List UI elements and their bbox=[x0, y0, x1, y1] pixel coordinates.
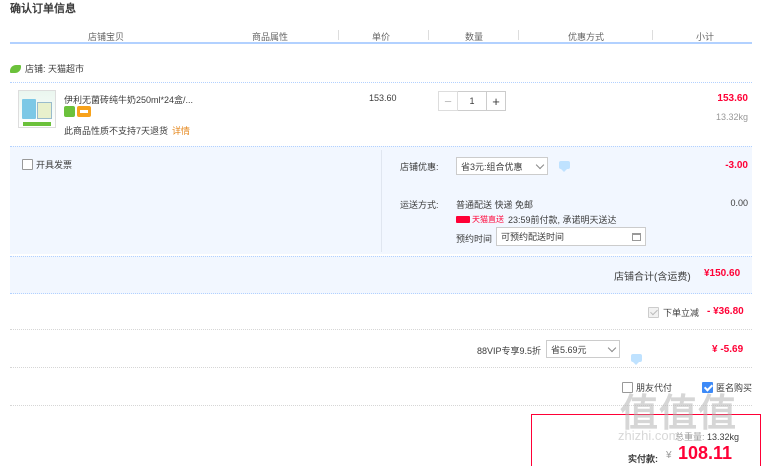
column-store-item: 店铺宝贝 bbox=[88, 32, 125, 42]
column-divider bbox=[652, 30, 653, 40]
actual-payment-value: 108.11 bbox=[678, 443, 733, 463]
quantity-increase-button[interactable]: + bbox=[486, 91, 506, 111]
shop-discount-selected: 省3元:组合优惠 bbox=[461, 161, 523, 172]
column-quantity: 数量 bbox=[465, 32, 484, 42]
currency-symbol: ¥ bbox=[666, 450, 672, 461]
watermark-url: zhizhi.com bbox=[618, 428, 680, 443]
item-weight: 13.32kg bbox=[715, 112, 748, 122]
invoice-label: 开具发票 bbox=[36, 160, 73, 170]
product-thumbnail[interactable] bbox=[18, 90, 56, 128]
column-attributes: 商品属性 bbox=[252, 32, 289, 42]
column-divider bbox=[428, 30, 429, 40]
tmall-cat-icon bbox=[456, 216, 470, 223]
invoice-checkbox[interactable] bbox=[22, 159, 33, 170]
page-title: 确认订单信息 bbox=[10, 3, 76, 15]
shipping-fee: 0.00 bbox=[730, 198, 748, 208]
instant-discount-value: - ¥36.80 bbox=[707, 306, 744, 317]
appointment-label: 预约时间 bbox=[456, 234, 493, 244]
chat-icon[interactable] bbox=[559, 161, 570, 172]
column-unit-price: 单价 bbox=[372, 32, 391, 42]
column-header: 店铺宝贝 商品属性 单价 数量 优惠方式 小计 bbox=[10, 28, 752, 44]
vip-discount-select[interactable]: 省5.69元 bbox=[546, 340, 620, 358]
calendar-icon bbox=[632, 232, 641, 241]
tmall-direct-badge: 天猫直送 bbox=[456, 214, 504, 225]
unit-price: 153.60 bbox=[369, 93, 397, 103]
vip-discount-selected: 省5.69元 bbox=[551, 344, 587, 355]
column-subtotal: 小计 bbox=[696, 32, 715, 42]
shipping-method: 普通配送 快递 免邮 bbox=[456, 200, 534, 210]
quantity-stepper: − 1 + bbox=[438, 91, 506, 111]
quantity-input[interactable]: 1 bbox=[458, 91, 486, 111]
instant-discount-label: 下单立减 bbox=[663, 308, 700, 318]
vip-label: 88VIP专享9.5折 bbox=[477, 346, 542, 356]
instant-discount-row bbox=[10, 296, 752, 330]
store-total-label: 店铺合计(含运费) bbox=[614, 272, 691, 283]
column-divider bbox=[518, 30, 519, 40]
column-divider bbox=[338, 30, 339, 40]
appointment-time-placeholder: 可预约配送时间 bbox=[501, 232, 565, 242]
service-badge-icon bbox=[64, 106, 75, 117]
vip-discount-value: ¥ -5.69 bbox=[712, 344, 744, 355]
quantity-decrease-button[interactable]: − bbox=[438, 91, 458, 111]
store-leaf-icon bbox=[10, 64, 21, 73]
shop-discount-value: -3.00 bbox=[725, 160, 748, 171]
return-notice: 此商品性质不支持7天退货 详情 bbox=[64, 124, 190, 137]
details-link[interactable]: 详情 bbox=[172, 126, 190, 136]
appointment-time-input[interactable]: 可预约配送时间 bbox=[496, 227, 646, 246]
return-notice-text: 此商品性质不支持7天退货 bbox=[64, 126, 169, 136]
panel-divider bbox=[381, 150, 382, 252]
column-discount: 优惠方式 bbox=[568, 32, 605, 42]
item-subtotal: 153.60 bbox=[717, 93, 748, 104]
product-name[interactable]: 伊利无菌砖纯牛奶250ml*24盒/... bbox=[64, 93, 193, 106]
chevron-down-icon bbox=[607, 343, 617, 352]
shop-discount-label: 店铺优惠: bbox=[400, 162, 439, 172]
chat-icon[interactable] bbox=[631, 354, 642, 365]
store-row: 店铺: 天猫超市 bbox=[10, 62, 84, 75]
delivery-promise: 天猫直送 23:59前付款, 承诺明天送达 bbox=[456, 213, 617, 226]
delivery-promise-text: 23:59前付款, 承诺明天送达 bbox=[508, 215, 617, 225]
instant-discount-checkbox bbox=[648, 307, 659, 318]
invoice-option[interactable]: 开具发票 bbox=[22, 158, 72, 171]
vip-row bbox=[10, 332, 752, 368]
tmall-direct-text: 天猫直送 bbox=[472, 215, 504, 224]
product-badges bbox=[64, 106, 91, 117]
instant-discount-option: 下单立减 bbox=[648, 306, 699, 319]
store-name[interactable]: 店铺: 天猫超市 bbox=[25, 62, 84, 75]
shop-discount-select[interactable]: 省3元:组合优惠 bbox=[456, 157, 548, 175]
store-total-value: ¥150.60 bbox=[704, 268, 741, 279]
shipping-label: 运送方式: bbox=[400, 200, 439, 210]
actual-payment-label: 实付款: bbox=[628, 454, 658, 464]
card-badge-icon bbox=[77, 106, 91, 117]
chevron-down-icon bbox=[535, 160, 545, 169]
